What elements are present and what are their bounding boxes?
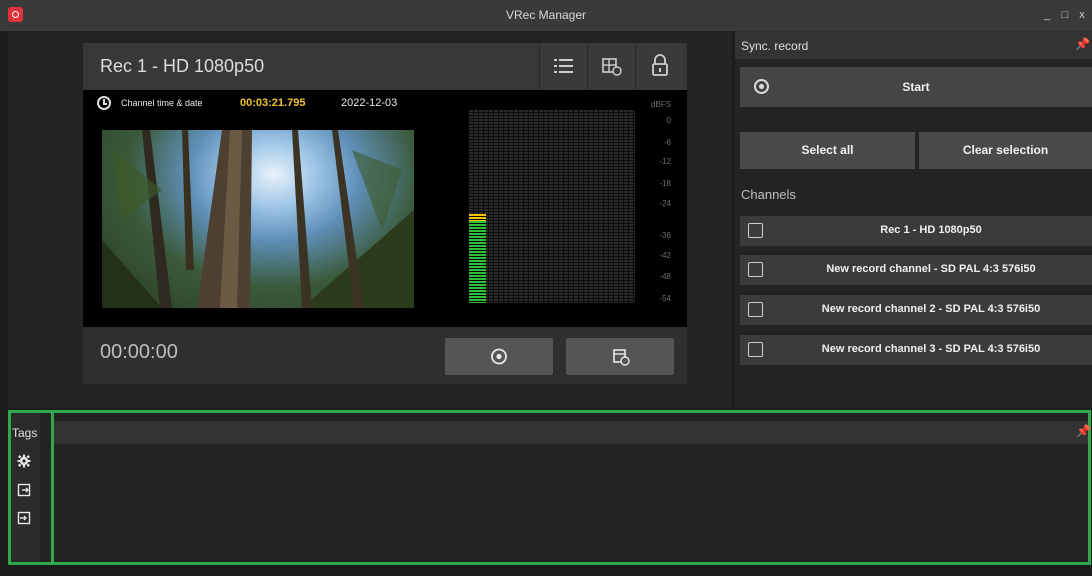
channel-label: New record channel - SD PAL 4:3 576i50 (826, 263, 1036, 275)
channel-checkbox[interactable] (748, 223, 763, 238)
video-thumbnail (102, 130, 414, 308)
channel-label: Rec 1 - HD 1080p50 (880, 224, 982, 236)
lock-button[interactable] (635, 43, 683, 90)
channel-label: New record channel 2 - SD PAL 4:3 576i50 (821, 303, 1041, 315)
select-all-button[interactable]: Select all (740, 132, 915, 169)
pin-icon[interactable]: 📌 (1075, 37, 1090, 51)
forest-image (102, 130, 414, 308)
meter-level-green (469, 221, 486, 303)
db-tick: -54 (659, 294, 671, 303)
channel-checkbox[interactable] (748, 262, 763, 277)
layout-button[interactable] (587, 43, 635, 90)
channel-date: 2022-12-03 (341, 97, 398, 109)
recorder-card: Rec 1 - HD 1080p50 Channel time & date 0… (83, 43, 687, 384)
schedule-button[interactable] (566, 338, 674, 375)
tags-header: 📌 (54, 421, 1091, 444)
db-tick: -36 (659, 231, 671, 240)
clear-selection-button[interactable]: Clear selection (919, 132, 1092, 169)
start-button[interactable]: Start (740, 67, 1092, 107)
channel-row[interactable]: New record channel 3 - SD PAL 4:3 576i50 (740, 335, 1092, 365)
channel-row[interactable]: Rec 1 - HD 1080p50 (740, 216, 1092, 246)
db-tick: -6 (663, 138, 671, 147)
sync-title: Sync. record (741, 39, 809, 53)
title-bar: VRec Manager _ □ x (0, 0, 1092, 31)
meter-grid (469, 110, 635, 303)
db-tick: -48 (659, 272, 671, 281)
meter-unit: dBFS (650, 100, 671, 109)
import-icon[interactable] (17, 511, 31, 525)
db-tick: 0 (666, 116, 671, 125)
list-button[interactable] (539, 43, 587, 90)
video-preview: Channel time & date 00:03:21.795 2022-12… (83, 90, 444, 327)
minimize-button[interactable]: _ (1040, 8, 1054, 22)
channel-timecode: 00:03:21.795 (240, 97, 306, 109)
meter-level-yellow (469, 214, 486, 221)
lock-icon (652, 54, 668, 76)
db-tick: -24 (659, 199, 671, 208)
recorder-header: Rec 1 - HD 1080p50 (83, 43, 687, 90)
clock-icon (97, 96, 111, 110)
layout-icon (602, 58, 622, 76)
sync-header: Sync. record 📌 (735, 31, 1092, 59)
db-tick: -18 (659, 179, 671, 188)
db-tick: -12 (659, 157, 671, 166)
tags-pin-icon[interactable]: 📌 (1076, 424, 1091, 438)
record-icon (491, 348, 507, 365)
audio-meter: dBFS 0 -6 -12 -18 -24 -36 -42 -48 -54 (444, 90, 687, 327)
channels-label: Channels (741, 187, 796, 202)
record-button[interactable] (445, 338, 553, 375)
channel-row[interactable]: New record channel - SD PAL 4:3 576i50 (740, 255, 1092, 285)
window-title: VRec Manager (505, 8, 587, 22)
channel-row[interactable]: New record channel 2 - SD PAL 4:3 576i50 (740, 295, 1092, 325)
list-icon (554, 59, 573, 73)
schedule-icon (613, 349, 630, 366)
elapsed-timecode: 00:00:00 (100, 341, 178, 363)
sync-record-panel: Sync. record 📌 Start Select all Clear se… (735, 31, 1092, 408)
tags-title: Tags (12, 426, 38, 440)
start-label: Start (902, 80, 930, 94)
channel-label: New record channel 3 - SD PAL 4:3 576i50 (821, 343, 1041, 355)
maximize-button[interactable]: □ (1058, 8, 1072, 22)
channel-checkbox[interactable] (748, 302, 763, 317)
channel-title: Rec 1 - HD 1080p50 (100, 56, 265, 76)
channel-checkbox[interactable] (748, 342, 763, 357)
gear-icon[interactable] (17, 454, 31, 468)
db-tick: -42 (659, 251, 671, 260)
close-button[interactable]: x (1075, 8, 1089, 22)
app-window: VRec Manager _ □ x Rec 1 - HD 1080p50 Ch… (0, 0, 1092, 576)
channel-time-label: Channel time & date (121, 98, 203, 108)
export-icon[interactable] (17, 483, 31, 497)
status-strip (0, 565, 1092, 576)
